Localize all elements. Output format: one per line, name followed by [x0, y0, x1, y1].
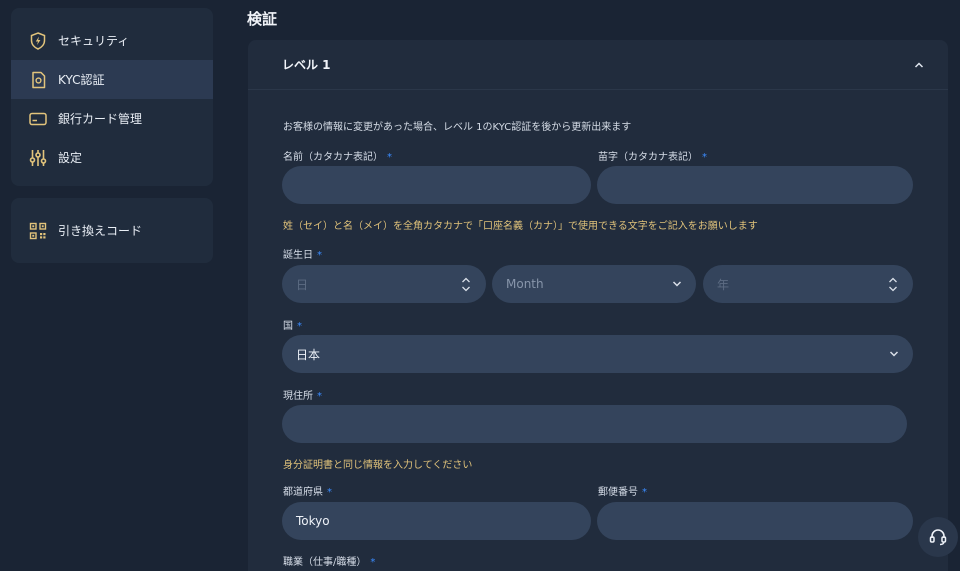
- last-name-field[interactable]: [597, 166, 913, 204]
- address-input[interactable]: [296, 417, 893, 431]
- country-select[interactable]: 日本: [282, 335, 913, 373]
- required-mark: *: [642, 487, 647, 498]
- sidebar-menu: セキュリティ KYC認証 銀行カード管理 設定: [11, 8, 213, 186]
- required-mark: *: [317, 250, 322, 261]
- last-name-input[interactable]: [611, 178, 899, 192]
- katakana-note: 姓（セイ）と名（メイ）を全角カタカナで「口座名義（カナ）」で使用できる文字をご記…: [283, 221, 758, 232]
- required-mark: *: [327, 487, 332, 498]
- postal-code-label-text: 郵便番号: [598, 487, 638, 498]
- level-panel-header[interactable]: レベル 1: [248, 40, 948, 90]
- chevron-down-icon: [889, 351, 899, 357]
- country-value: 日本: [296, 347, 321, 362]
- credit-card-icon: [29, 110, 47, 128]
- year-stepper[interactable]: [887, 277, 899, 292]
- first-name-input[interactable]: [296, 178, 577, 192]
- sliders-icon: [29, 149, 47, 167]
- postal-code-field[interactable]: [597, 502, 913, 540]
- birthdate-label: 誕生日 *: [283, 246, 322, 261]
- sidebar-item-label: 設定: [58, 151, 83, 165]
- address-label: 現住所 *: [283, 387, 322, 402]
- day-stepper[interactable]: [460, 277, 472, 292]
- stepper-down-icon[interactable]: [461, 286, 471, 292]
- stepper-down-icon[interactable]: [888, 286, 898, 292]
- id-match-note: 身分証明書と同じ情報を入力してください: [283, 460, 473, 471]
- sidebar-secondary: 引き換えコード: [11, 198, 213, 263]
- level-intro-text: お客様の情報に変更があった場合、レベル 1のKYC認証を後から更新出来ます: [283, 122, 632, 133]
- sidebar-item-redeem-code[interactable]: 引き換えコード: [11, 211, 213, 250]
- sidebar-item-kyc[interactable]: KYC認証: [11, 60, 213, 99]
- prefecture-label-text: 都道府県: [283, 487, 323, 498]
- first-name-label-text: 名前（カタカナ表記）: [283, 152, 383, 163]
- occupation-label-text: 職業（仕事/職種）: [283, 557, 367, 568]
- address-field[interactable]: [282, 405, 907, 443]
- postal-code-label: 郵便番号 *: [598, 483, 647, 498]
- stepper-up-icon[interactable]: [461, 277, 471, 283]
- qr-code-icon: [29, 222, 47, 240]
- required-mark: *: [297, 321, 302, 332]
- required-mark: *: [702, 152, 707, 163]
- sidebar-item-bank-card[interactable]: 銀行カード管理: [11, 99, 213, 138]
- sidebar-item-label: KYC認証: [58, 73, 105, 87]
- sidebar-item-label: セキュリティ: [58, 34, 130, 48]
- level-title: レベル 1: [282, 58, 331, 72]
- required-mark: *: [370, 557, 376, 568]
- last-name-label-text: 苗字（カタカナ表記）: [598, 152, 698, 163]
- sidebar-item-settings[interactable]: 設定: [11, 138, 213, 177]
- birth-day-placeholder: 日: [296, 277, 309, 292]
- page-title: 検証: [247, 10, 278, 28]
- country-label: 国 *: [283, 317, 302, 332]
- birth-year-placeholder: 年: [717, 277, 730, 292]
- id-document-icon: [29, 71, 47, 89]
- birth-year-field[interactable]: 年: [703, 265, 913, 303]
- sidebar-item-security[interactable]: セキュリティ: [11, 21, 213, 60]
- required-mark: *: [317, 391, 322, 402]
- first-name-label: 名前（カタカナ表記） *: [283, 148, 392, 163]
- last-name-label: 苗字（カタカナ表記） *: [598, 148, 707, 163]
- chevron-down-icon: [672, 281, 682, 287]
- occupation-label: 職業（仕事/職種） *: [283, 553, 375, 568]
- shield-bolt-icon: [29, 31, 47, 50]
- support-chat-button[interactable]: [918, 517, 958, 557]
- sidebar-item-label: 引き換えコード: [58, 224, 143, 238]
- first-name-field[interactable]: [282, 166, 591, 204]
- address-label-text: 現住所: [283, 391, 313, 402]
- chevron-up-icon[interactable]: [914, 60, 924, 70]
- birthdate-label-text: 誕生日: [283, 250, 313, 261]
- birth-day-field[interactable]: 日: [282, 265, 486, 303]
- required-mark: *: [387, 152, 392, 163]
- sidebar-item-label: 銀行カード管理: [58, 112, 143, 126]
- country-label-text: 国: [283, 321, 293, 332]
- birth-month-placeholder: Month: [506, 277, 544, 291]
- prefecture-field[interactable]: Tokyo: [282, 502, 591, 540]
- birth-month-select[interactable]: Month: [492, 265, 696, 303]
- headset-icon: [929, 529, 947, 546]
- prefecture-value: Tokyo: [296, 514, 330, 528]
- stepper-up-icon[interactable]: [888, 277, 898, 283]
- postal-code-input[interactable]: [611, 514, 899, 528]
- prefecture-label: 都道府県 *: [283, 483, 332, 498]
